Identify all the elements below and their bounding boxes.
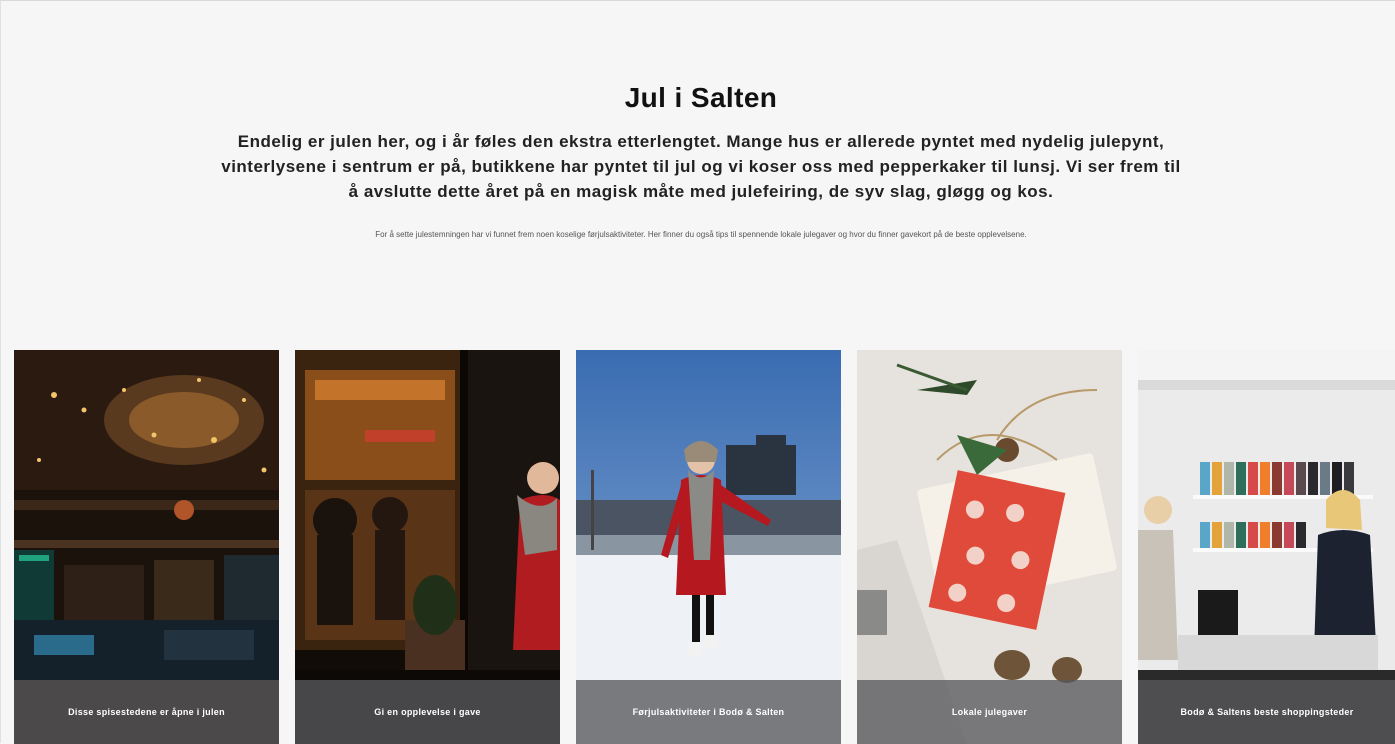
page-title: Jul i Salten <box>624 82 778 113</box>
card-restaurants[interactable]: Disse spisestedene er åpne i julen <box>14 350 279 744</box>
lead-paragraph: Endelig er julen her, og i år føles den … <box>221 132 1181 201</box>
card-caption: Bodø & Saltens beste shoppingsteder <box>1138 680 1395 744</box>
card-shopping[interactable]: Bodø & Saltens beste shoppingsteder <box>1138 350 1395 744</box>
page: Jul i Salten Endelig er julen her, og i … <box>0 0 1395 744</box>
card-caption: Lokale julegaver <box>857 680 1122 744</box>
card-christmas-activities[interactable]: Førjulsaktiviteter i Bodø & Salten <box>576 350 841 744</box>
card-caption: Førjulsaktiviteter i Bodø & Salten <box>576 680 841 744</box>
intro-section: Jul i Salten Endelig er julen her, og i … <box>181 81 1221 242</box>
card-caption: Gi en opplevelse i gave <box>295 680 560 744</box>
card-caption: Disse spisestedene er åpne i julen <box>14 680 279 744</box>
card-grid: Disse spisestedene er åpne i julen Gi en… <box>14 350 1395 744</box>
intro-small-text: For å sette julestemningen har vi funnet… <box>375 230 1027 239</box>
card-local-gifts[interactable]: Lokale julegaver <box>857 350 1122 744</box>
card-experience-gift[interactable]: Gi en opplevelse i gave <box>295 350 560 744</box>
